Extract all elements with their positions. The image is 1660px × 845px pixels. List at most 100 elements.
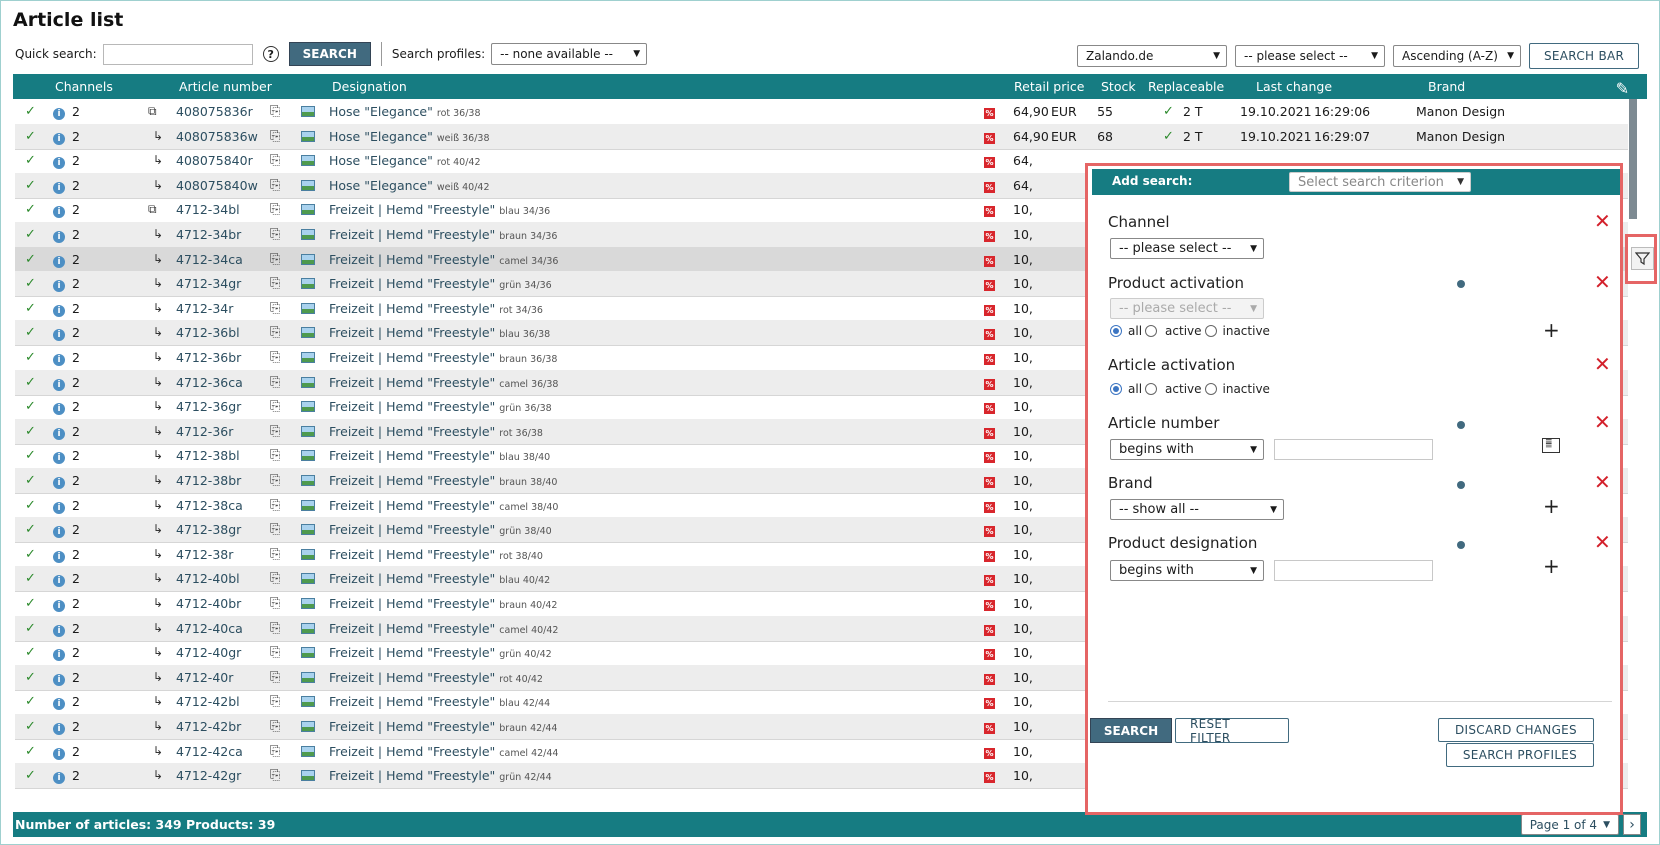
designation-link[interactable]: Freizeit | Hemd "Freestyle" grün 40/42 bbox=[329, 645, 552, 660]
designation-link[interactable]: Freizeit | Hemd "Freestyle" grün 38/40 bbox=[329, 522, 552, 537]
product-designation-input[interactable] bbox=[1274, 560, 1433, 581]
image-icon[interactable] bbox=[301, 621, 315, 637]
document-icon[interactable]: ⎘ bbox=[270, 744, 280, 759]
designation-link[interactable]: Freizeit | Hemd "Freestyle" camel 40/42 bbox=[329, 621, 558, 636]
image-icon[interactable] bbox=[301, 670, 315, 686]
remove-article-number-icon[interactable]: ✕ bbox=[1594, 412, 1611, 432]
search-bar-button[interactable]: SEARCH BAR bbox=[1529, 43, 1640, 69]
document-icon[interactable]: ⎘ bbox=[270, 596, 280, 611]
article-number-link[interactable]: 4712-38bl bbox=[176, 448, 240, 463]
document-icon[interactable]: ⎘ bbox=[270, 719, 280, 734]
sort-field-select[interactable]: -- please select -- ▼ bbox=[1235, 45, 1385, 67]
designation-link[interactable]: Freizeit | Hemd "Freestyle" camel 34/36 bbox=[329, 252, 558, 267]
designation-link[interactable]: Freizeit | Hemd "Freestyle" grün 36/38 bbox=[329, 399, 552, 414]
article-number-link[interactable]: 408075836w bbox=[176, 129, 258, 144]
designation-link[interactable]: Freizeit | Hemd "Freestyle" rot 38/40 bbox=[329, 547, 543, 562]
image-icon[interactable] bbox=[301, 744, 315, 760]
article-number-link[interactable]: 4712-34gr bbox=[176, 276, 241, 291]
article-activation-active-radio[interactable] bbox=[1145, 383, 1158, 395]
document-icon[interactable]: ⎘ bbox=[270, 252, 280, 267]
image-icon[interactable] bbox=[301, 596, 315, 612]
designation-link[interactable]: Hose "Elegance" rot 40/42 bbox=[329, 153, 481, 168]
add-brand-icon[interactable]: + bbox=[1543, 496, 1560, 516]
article-number-link[interactable]: 4712-42ca bbox=[176, 744, 243, 759]
image-icon[interactable] bbox=[301, 202, 315, 218]
document-icon[interactable]: ⎘ bbox=[270, 547, 280, 562]
image-icon[interactable] bbox=[301, 522, 315, 538]
document-icon[interactable]: ⎘ bbox=[270, 473, 280, 488]
designation-link[interactable]: Hose "Elegance" weiß 40/42 bbox=[329, 178, 490, 193]
article-number-link[interactable]: 4712-42gr bbox=[176, 768, 241, 783]
image-icon[interactable] bbox=[301, 104, 315, 120]
search-profiles-button[interactable]: SEARCH PROFILES bbox=[1446, 743, 1594, 767]
image-icon[interactable] bbox=[301, 473, 315, 489]
info-icon[interactable]: i bbox=[53, 424, 65, 440]
search-profiles-select[interactable]: -- none available -- ▼ bbox=[491, 43, 648, 65]
designation-link[interactable]: Freizeit | Hemd "Freestyle" camel 42/44 bbox=[329, 744, 558, 759]
article-number-link[interactable]: 4712-40gr bbox=[176, 645, 241, 660]
image-icon[interactable] bbox=[301, 424, 315, 440]
image-icon[interactable] bbox=[301, 645, 315, 661]
info-icon[interactable]: i bbox=[53, 596, 65, 612]
list-icon[interactable]: ≡ ≡ bbox=[1542, 438, 1560, 453]
document-icon[interactable]: ⎘ bbox=[270, 301, 280, 316]
article-number-link[interactable]: 4712-42br bbox=[176, 719, 241, 734]
designation-link[interactable]: Freizeit | Hemd "Freestyle" blau 42/44 bbox=[329, 694, 550, 709]
designation-link[interactable]: Freizeit | Hemd "Freestyle" braun 40/42 bbox=[329, 596, 557, 611]
document-icon[interactable]: ⎘ bbox=[270, 522, 280, 537]
image-icon[interactable] bbox=[301, 571, 315, 587]
remove-brand-icon[interactable]: ✕ bbox=[1594, 472, 1611, 492]
discard-changes-button[interactable]: DISCARD CHANGES bbox=[1438, 718, 1594, 742]
image-icon[interactable] bbox=[301, 448, 315, 464]
document-icon[interactable]: ⎘ bbox=[270, 350, 280, 365]
document-icon[interactable]: ⎘ bbox=[270, 424, 280, 439]
search-criterion-select[interactable]: Select search criterion ▼ bbox=[1289, 172, 1471, 192]
designation-link[interactable]: Freizeit | Hemd "Freestyle" blau 40/42 bbox=[329, 571, 550, 586]
article-number-link[interactable]: 4712-36br bbox=[176, 350, 241, 365]
article-number-link[interactable]: 4712-36bl bbox=[176, 325, 240, 340]
info-icon[interactable]: i bbox=[53, 621, 65, 637]
image-icon[interactable] bbox=[301, 498, 315, 514]
info-icon[interactable]: i bbox=[53, 153, 65, 170]
reset-filter-button[interactable]: RESET FILTER bbox=[1175, 717, 1289, 745]
article-number-link[interactable]: 4712-40br bbox=[176, 596, 241, 611]
shop-select[interactable]: Zalando.de ▼ bbox=[1077, 45, 1227, 67]
col-brand[interactable]: Brand bbox=[1428, 79, 1465, 94]
table-scrollbar[interactable] bbox=[1628, 99, 1638, 812]
article-number-link[interactable]: 4712-42bl bbox=[176, 694, 240, 709]
filter-toggle[interactable] bbox=[1625, 234, 1657, 284]
article-number-link[interactable]: 4712-36gr bbox=[176, 399, 241, 414]
info-icon[interactable]: i bbox=[53, 571, 65, 588]
info-icon[interactable]: i bbox=[53, 399, 65, 416]
article-number-link[interactable]: 4712-38br bbox=[176, 473, 241, 488]
designation-link[interactable]: Freizeit | Hemd "Freestyle" braun 42/44 bbox=[329, 719, 557, 734]
image-icon[interactable] bbox=[301, 547, 315, 563]
article-number-link[interactable]: 4712-38ca bbox=[176, 498, 243, 513]
designation-link[interactable]: Freizeit | Hemd "Freestyle" rot 36/38 bbox=[329, 424, 543, 439]
info-icon[interactable]: i bbox=[53, 498, 65, 514]
remove-channel-icon[interactable]: ✕ bbox=[1594, 211, 1611, 231]
article-number-link[interactable]: 4712-40ca bbox=[176, 621, 243, 636]
info-icon[interactable]: i bbox=[53, 202, 65, 219]
designation-link[interactable]: Freizeit | Hemd "Freestyle" rot 40/42 bbox=[329, 670, 543, 685]
document-icon[interactable]: ⎘ bbox=[270, 202, 280, 217]
next-page-button[interactable]: › bbox=[1623, 814, 1641, 835]
product-activation-all-radio[interactable] bbox=[1110, 325, 1122, 337]
info-icon[interactable]: i bbox=[53, 227, 65, 243]
info-icon[interactable]: i bbox=[53, 375, 65, 391]
filter-icon[interactable] bbox=[1631, 247, 1654, 270]
document-icon[interactable]: ⎘ bbox=[270, 621, 280, 636]
article-activation-inactive-radio[interactable] bbox=[1204, 383, 1217, 395]
designation-link[interactable]: Freizeit | Hemd "Freestyle" grün 42/44 bbox=[329, 768, 552, 783]
designation-link[interactable]: Freizeit | Hemd "Freestyle" braun 38/40 bbox=[329, 473, 557, 488]
image-icon[interactable] bbox=[301, 227, 315, 243]
remove-article-activation-icon[interactable]: ✕ bbox=[1594, 354, 1611, 374]
document-icon[interactable]: ⎘ bbox=[270, 670, 280, 685]
scrollbar-thumb[interactable] bbox=[1629, 99, 1637, 219]
article-number-link[interactable]: 4712-34ca bbox=[176, 252, 243, 267]
document-icon[interactable]: ⎘ bbox=[270, 227, 280, 242]
article-number-link[interactable]: 4712-34r bbox=[176, 301, 233, 316]
info-icon[interactable]: i bbox=[53, 522, 65, 539]
info-icon[interactable]: i bbox=[53, 473, 65, 489]
info-icon[interactable]: i bbox=[53, 744, 65, 760]
